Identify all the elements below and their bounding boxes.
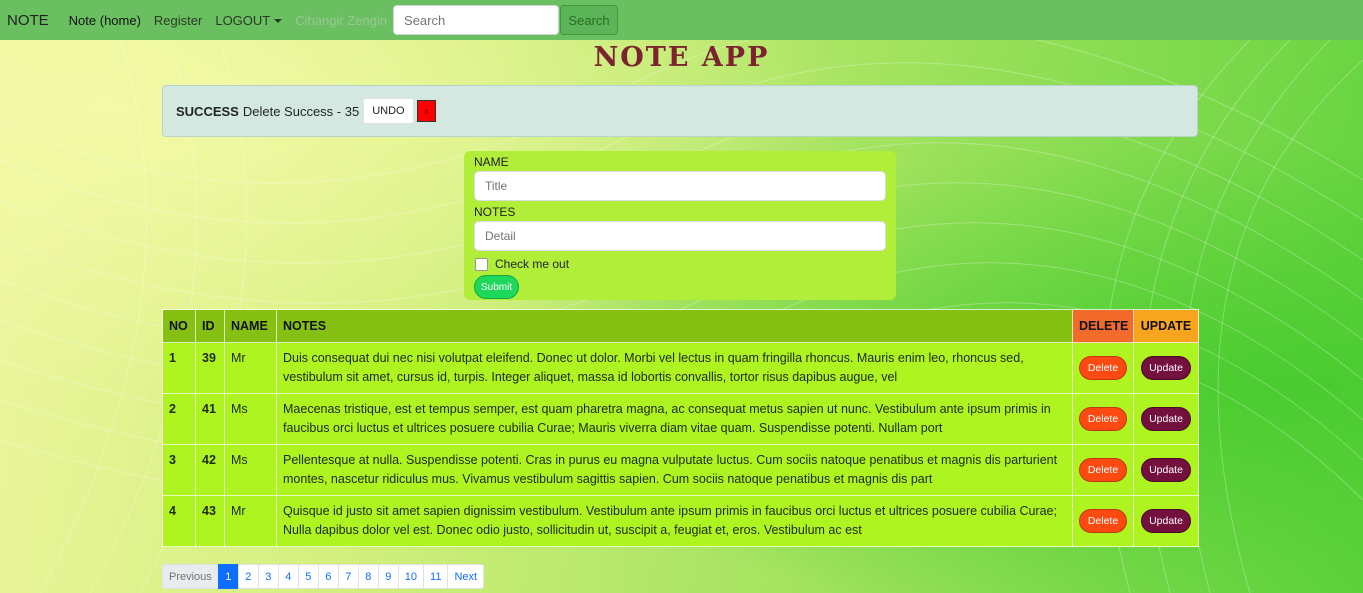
cell-update: Update (1133, 495, 1199, 547)
page-6[interactable]: 6 (317, 564, 339, 589)
table-row: 3 42 Ms Pellentesque at nulla. Suspendis… (162, 444, 1199, 496)
cell-name: Mr (224, 495, 277, 547)
notes-label: NOTES (474, 205, 516, 219)
cell-id: 39 (195, 342, 225, 394)
update-button[interactable]: Update (1141, 509, 1191, 533)
page-next[interactable]: Next (447, 564, 485, 589)
name-label: NAME (474, 155, 509, 169)
cell-name: Ms (224, 393, 277, 445)
cell-notes: Pellentesque at nulla. Suspendisse poten… (276, 444, 1073, 496)
delete-button[interactable]: Delete (1078, 458, 1128, 482)
table-header-row: NO ID NAME NOTES DELETE UPDATE (162, 309, 1199, 343)
cell-delete: Delete (1072, 495, 1134, 547)
table-row: 4 43 Mr Quisque id justo sit amet sapien… (162, 495, 1199, 547)
page-1[interactable]: 1 (217, 564, 239, 589)
header-delete: DELETE (1072, 309, 1134, 343)
search-button[interactable]: Search (560, 5, 619, 35)
nav-register-link[interactable]: Register (154, 13, 202, 28)
cell-id: 41 (195, 393, 225, 445)
page-2[interactable]: 2 (237, 564, 259, 589)
cell-delete: Delete (1072, 444, 1134, 496)
update-button[interactable]: Update (1141, 458, 1191, 482)
page-11[interactable]: 11 (423, 564, 449, 589)
caret-down-icon (274, 19, 283, 24)
alert-message: Delete Success - 35 (242, 103, 360, 119)
delete-button[interactable]: Delete (1078, 509, 1128, 533)
cell-no: 2 (162, 393, 196, 445)
page-3[interactable]: 3 (257, 564, 279, 589)
title-input[interactable] (474, 171, 886, 201)
alert-strong-text: SUCCESS (176, 103, 239, 119)
nav-logout-label: LOGOUT (215, 12, 271, 28)
cell-delete: Delete (1072, 393, 1134, 445)
nav-home-link[interactable]: Note (home) (69, 13, 141, 28)
page-8[interactable]: 8 (357, 564, 379, 589)
cell-update: Update (1133, 342, 1199, 394)
pagination: Previous 1 2 3 4 5 6 7 8 9 10 11 Next (162, 564, 485, 589)
page-previous[interactable]: Previous (162, 564, 219, 589)
delete-button[interactable]: Delete (1078, 356, 1128, 380)
check-row: Check me out (474, 254, 886, 274)
close-icon: x (423, 106, 429, 116)
checkbox-label: Check me out (495, 257, 570, 271)
header-name: NAME (224, 309, 277, 343)
brand-logo[interactable]: NOTE (7, 12, 49, 29)
page-10[interactable]: 10 (397, 564, 425, 589)
note-form: NAME NOTES Check me out Submit (464, 151, 896, 300)
navbar: NOTE Note (home) Register LOGOUT Cihangi… (0, 0, 1363, 40)
table-row: 2 41 Ms Maecenas tristique, est et tempu… (162, 393, 1199, 445)
header-notes: NOTES (276, 309, 1073, 343)
update-button[interactable]: Update (1141, 356, 1191, 380)
close-alert-button[interactable]: x (416, 100, 436, 122)
cell-id: 43 (195, 495, 225, 547)
success-alert: SUCCESS Delete Success - 35 UNDO x (162, 85, 1198, 137)
cell-notes: Duis consequat dui nec nisi volutpat ele… (276, 342, 1073, 394)
undo-button[interactable]: UNDO (363, 98, 414, 124)
cell-id: 42 (195, 444, 225, 496)
nav-logout-dropdown[interactable]: LOGOUT (215, 12, 283, 28)
page-title: NOTE APP (593, 42, 770, 73)
detail-input[interactable] (474, 221, 886, 251)
header-no: NO (162, 309, 196, 343)
page-9[interactable]: 9 (377, 564, 399, 589)
cell-notes: Maecenas tristique, est et tempus semper… (276, 393, 1073, 445)
cell-no: 1 (162, 342, 196, 394)
delete-button[interactable]: Delete (1078, 407, 1128, 431)
search-input[interactable] (393, 5, 560, 35)
page-4[interactable]: 4 (277, 564, 299, 589)
nav-user-link[interactable]: Cihangir Zengin (295, 13, 387, 28)
page-5[interactable]: 5 (297, 564, 319, 589)
submit-button[interactable]: Submit (474, 275, 520, 299)
cell-name: Mr (224, 342, 277, 394)
update-button[interactable]: Update (1141, 407, 1191, 431)
cell-name: Ms (224, 444, 277, 496)
page-7[interactable]: 7 (337, 564, 359, 589)
cell-no: 3 (162, 444, 196, 496)
header-id: ID (195, 309, 225, 343)
header-update: UPDATE (1133, 309, 1199, 343)
cell-notes: Quisque id justo sit amet sapien digniss… (276, 495, 1073, 547)
cell-update: Update (1133, 393, 1199, 445)
cell-update: Update (1133, 444, 1199, 496)
table-row: 1 39 Mr Duis consequat dui nec nisi volu… (162, 342, 1199, 394)
notes-table: NO ID NAME NOTES DELETE UPDATE 1 39 Mr D… (162, 309, 1199, 547)
check-me-out-checkbox[interactable] (475, 257, 488, 271)
cell-no: 4 (162, 495, 196, 547)
cell-delete: Delete (1072, 342, 1134, 394)
